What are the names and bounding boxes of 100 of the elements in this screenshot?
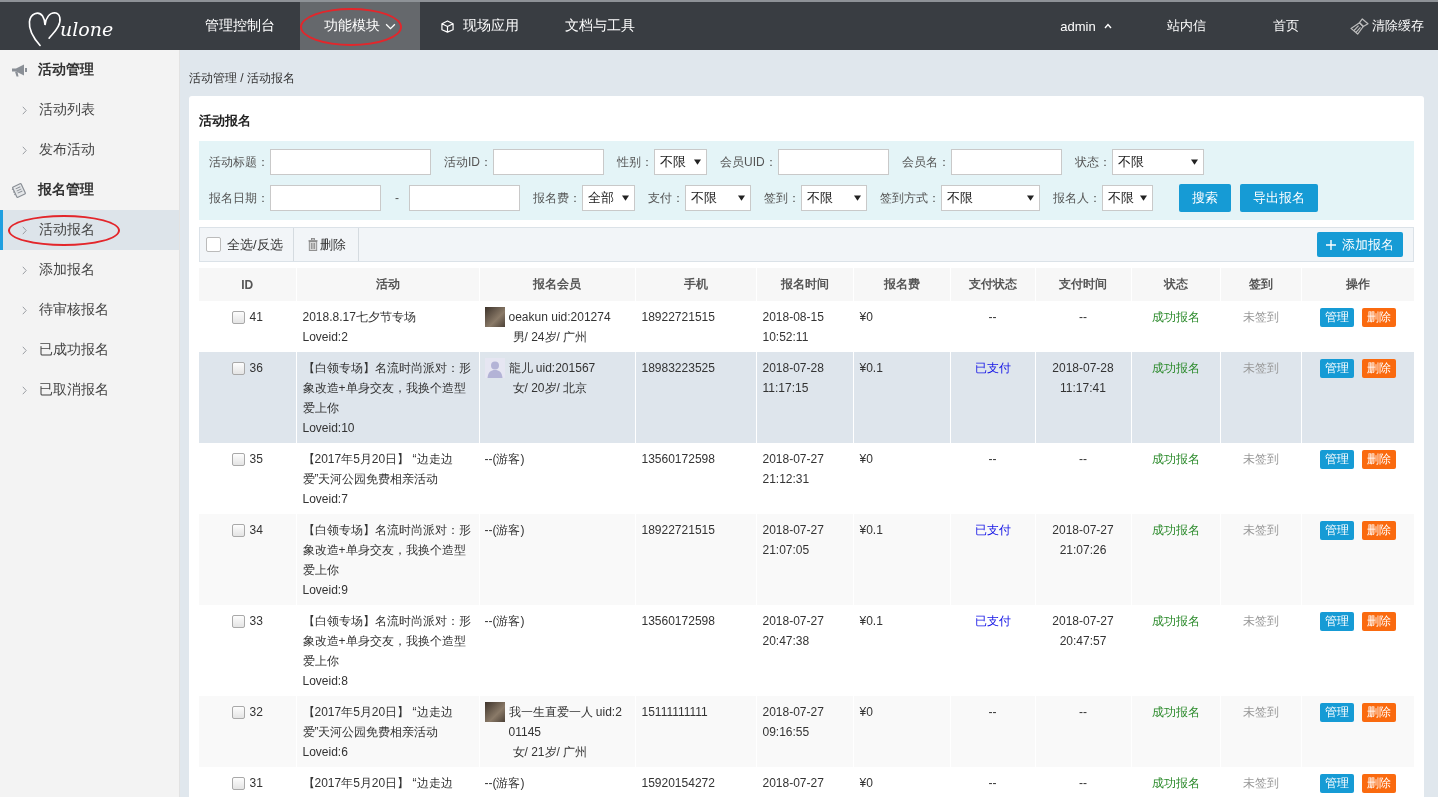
checkin-status: 未签到 xyxy=(1242,361,1279,375)
avatar-photo-placeholder xyxy=(484,702,505,722)
signup-status: 成功报名 xyxy=(1151,776,1200,790)
member-info: 女/ 20岁/ 北京 xyxy=(512,381,588,395)
dropdown-select[interactable]: 不限 xyxy=(685,185,751,211)
member-name: oeakun uid:201274 xyxy=(508,309,611,326)
checkbox[interactable] xyxy=(231,523,245,537)
sidebar-item[interactable]: 活动报名 xyxy=(0,210,179,250)
megaphone-icon xyxy=(11,62,27,78)
checkbox[interactable] xyxy=(231,614,245,628)
row-id: 32 xyxy=(249,704,263,721)
member-name: 龍儿 uid:201567 xyxy=(508,360,596,377)
caret-down-icon xyxy=(854,195,861,201)
date-input[interactable] xyxy=(409,185,520,211)
column-header: 活动 xyxy=(296,268,479,301)
text-input[interactable] xyxy=(777,149,889,175)
select-all-toggle[interactable]: 全选/反选 xyxy=(200,228,294,261)
pay-status: -- xyxy=(988,776,997,790)
dropdown-select[interactable]: 不限 xyxy=(1102,185,1153,211)
fee-amount: ¥0 xyxy=(859,705,873,719)
dropdown-select[interactable]: 不限 xyxy=(1111,149,1204,175)
nav-item[interactable]: 文档与工具 xyxy=(540,2,660,50)
checkbox[interactable] xyxy=(231,705,245,719)
notebook-icon xyxy=(11,182,27,198)
row-id: 31 xyxy=(249,775,263,792)
sidebar-item[interactable]: 活动列表 xyxy=(0,90,179,130)
text-input[interactable] xyxy=(950,149,1062,175)
pay-status: -- xyxy=(988,705,997,719)
signup-time: 2018-07-27 09:16:55 xyxy=(762,705,824,739)
fee-amount: ¥0 xyxy=(859,310,873,324)
checkbox[interactable] xyxy=(231,452,245,466)
guest-label: --(游客) xyxy=(484,452,525,466)
loveid-text: Loveid:2 xyxy=(302,329,349,346)
filter-label: 活动标题： xyxy=(209,153,269,171)
column-header: 支付状态 xyxy=(950,268,1035,301)
signup-status: 成功报名 xyxy=(1151,452,1200,466)
caret-down-icon xyxy=(1027,195,1034,201)
guest-label: --(游客) xyxy=(484,614,525,628)
filter-label: 会员UID： xyxy=(720,153,777,171)
phone-number: 18922721515 xyxy=(641,523,715,537)
sidebar-item[interactable]: 已成功报名 xyxy=(0,330,179,370)
nav-link[interactable]: 站内信 xyxy=(1136,2,1236,50)
trash-icon xyxy=(307,238,318,251)
nav-link[interactable]: 清除缓存 xyxy=(1336,2,1438,50)
signup-time: 2018-07-27 xyxy=(762,776,824,790)
filter-label: 状态： xyxy=(1074,153,1111,171)
column-header: 支付时间 xyxy=(1035,268,1131,301)
phone-number: 13560172598 xyxy=(641,614,715,628)
checkin-status: 未签到 xyxy=(1242,705,1279,719)
nav-item[interactable]: 功能模块 xyxy=(300,2,420,50)
fee-amount: ¥0.1 xyxy=(859,361,883,375)
activity-title: 【2017年5月20日】 “边走边 xyxy=(302,775,454,792)
delete-link[interactable]: 删除 xyxy=(293,228,359,261)
filter-label: 签到方式： xyxy=(880,189,940,207)
text-input[interactable] xyxy=(270,149,431,175)
sidebar-group-header[interactable]: 活动管理 xyxy=(0,50,179,90)
chevron-down-icon xyxy=(385,22,396,30)
guest-label: --(游客) xyxy=(484,523,525,537)
loveid-text: Loveid:9 xyxy=(302,582,349,599)
row-id: 34 xyxy=(249,522,263,539)
dropdown-select[interactable]: 不限 xyxy=(941,185,1040,211)
nav-link[interactable]: 首页 xyxy=(1236,2,1336,50)
sidebar-item[interactable]: 添加报名 xyxy=(0,250,179,290)
phone-number: 13560172598 xyxy=(641,452,715,466)
chevron-right-icon xyxy=(22,145,27,155)
chevron-right-icon xyxy=(22,305,27,315)
avatar-photo-placeholder xyxy=(484,307,505,327)
checkbox[interactable] xyxy=(231,361,245,375)
phone-number: 15111111111 xyxy=(641,705,708,719)
loveid-text: Loveid:6 xyxy=(302,744,349,761)
sidebar-group-header[interactable]: 报名管理 xyxy=(0,170,179,210)
nav-link[interactable]: admin xyxy=(1036,2,1136,50)
filter-label: 活动ID： xyxy=(444,153,492,171)
chevron-right-icon xyxy=(22,105,27,115)
pay-time: 2018-07-28 11:17:41 xyxy=(1052,361,1114,395)
caret-down-icon xyxy=(694,159,701,165)
row-id: 36 xyxy=(249,360,263,377)
date-input[interactable] xyxy=(270,185,381,211)
checkbox[interactable] xyxy=(231,776,245,790)
sidebar-item[interactable]: 待审核报名 xyxy=(0,290,179,330)
breadcrumb: 活动管理 / 活动报名 xyxy=(189,69,295,87)
signup-time: 2018-07-27 21:12:31 xyxy=(762,452,824,486)
sidebar-item[interactable]: 已取消报名 xyxy=(0,370,179,410)
dropdown-select[interactable]: 全部 xyxy=(582,185,635,211)
dropdown-select[interactable]: 不限 xyxy=(654,149,707,175)
guest-label: --(游客) xyxy=(484,776,525,790)
chevron-right-icon xyxy=(22,225,27,235)
pay-time: -- xyxy=(1079,705,1087,719)
range-separator: - xyxy=(395,191,399,205)
signup-status: 成功报名 xyxy=(1151,361,1200,375)
member-info: 男/ 24岁/ 广州 xyxy=(512,330,588,344)
dropdown-select[interactable]: 不限 xyxy=(801,185,867,211)
nav-item[interactable]: 现场应用 xyxy=(420,2,540,50)
nav-item[interactable]: 管理控制台 xyxy=(180,2,300,50)
cube-icon xyxy=(441,19,454,33)
plus-icon xyxy=(1326,239,1336,250)
checkbox[interactable] xyxy=(231,310,245,324)
checkbox[interactable] xyxy=(206,237,221,252)
sidebar-item[interactable]: 发布活动 xyxy=(0,130,179,170)
text-input[interactable] xyxy=(493,149,604,175)
